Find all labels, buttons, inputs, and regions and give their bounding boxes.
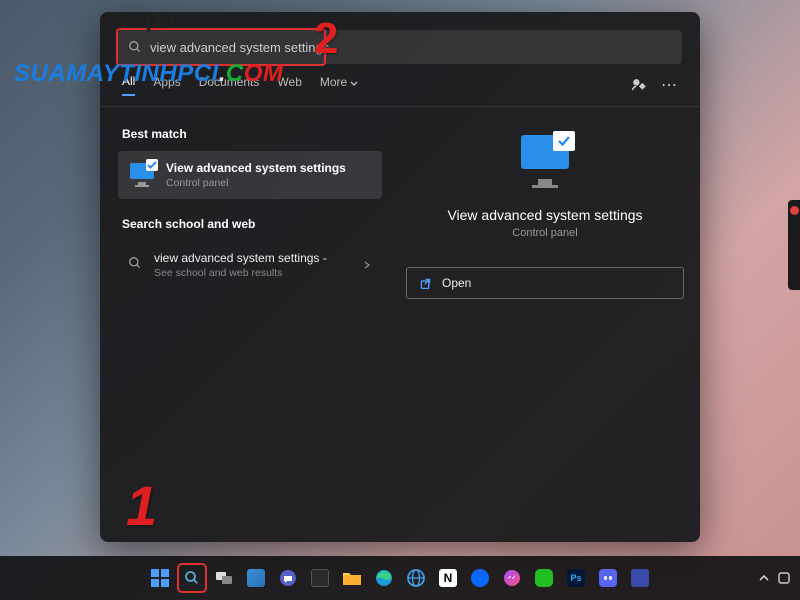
windows-search-flyout: All Apps Documents Web More ⋯ Best match… [100,12,700,542]
annotation-box-1 [177,563,207,593]
start-button[interactable] [147,565,173,591]
taskbar-system-tray[interactable] [758,572,790,584]
web-result-title: view advanced system settings - [154,251,327,265]
more-options-button[interactable]: ⋯ [661,75,678,95]
chevron-right-icon [362,260,372,270]
tray-icon[interactable] [778,572,790,584]
taskbar-app-chat[interactable] [275,565,301,591]
folder-icon [342,569,362,587]
taskbar-app-photoshop[interactable]: Ps [563,565,589,591]
result-preview-pane: View advanced system settings Control pa… [390,107,700,542]
taskbar[interactable]: N Ps [0,556,800,600]
taskbar-app-explorer[interactable] [339,565,365,591]
best-match-result[interactable]: View advanced system settings Control pa… [118,151,382,199]
system-settings-icon-large [517,135,573,191]
edge-icon [375,569,393,587]
best-match-title: View advanced system settings [166,161,346,175]
annotation-number-1: 1 [126,473,157,538]
watermark-text: SUAMAYTINHPCI.COM [14,60,283,88]
system-settings-icon [128,161,156,189]
web-result-subtitle: See school and web results [154,267,327,279]
taskbar-search-button[interactable] [179,565,205,591]
best-match-subtitle: Control panel [166,177,346,189]
widgets-icon [247,569,265,587]
account-icon[interactable] [631,77,647,93]
preview-title: View advanced system settings [447,207,642,223]
chevron-up-icon[interactable] [758,572,770,584]
open-external-icon [419,277,432,290]
terminal-icon [311,569,329,587]
search-icon [128,40,142,54]
annotation-number-2: 2 [314,14,338,64]
chevron-down-icon [349,78,359,88]
photoshop-icon: Ps [567,569,585,587]
discord-icon [599,569,617,587]
search-input[interactable] [150,40,672,55]
widgets-button[interactable] [243,565,269,591]
taskbar-app-discord[interactable] [595,565,621,591]
messenger-icon [503,569,521,587]
taskbar-app-edge[interactable] [371,565,397,591]
taskbar-app-line[interactable] [531,565,557,591]
taskbar-app-terminal[interactable] [307,565,333,591]
line-icon [535,569,553,587]
web-section-header: Search school and web [122,217,382,231]
globe-icon [407,569,425,587]
best-match-header: Best match [122,127,382,141]
preview-subtitle: Control panel [512,227,577,239]
discord-sidebar-edge [788,200,800,290]
taskbar-app-notion[interactable]: N [435,565,461,591]
taskbar-app-browser[interactable] [403,565,429,591]
tab-more[interactable]: More [320,75,359,95]
pci-logo-overlay: ppcici [145,2,205,38]
taskbar-center: N Ps [147,565,653,591]
open-button-label: Open [442,276,471,290]
zalo-icon [471,569,489,587]
search-icon [128,256,142,275]
notion-icon: N [439,569,457,587]
task-view-icon [215,569,233,587]
app-icon [631,569,649,587]
chat-icon [279,569,297,587]
taskbar-app-zalo[interactable] [467,565,493,591]
open-button[interactable]: Open [406,267,684,299]
task-view-button[interactable] [211,565,237,591]
web-search-result[interactable]: view advanced system settings - See scho… [118,241,382,289]
taskbar-app-messenger[interactable] [499,565,525,591]
taskbar-app-generic[interactable] [627,565,653,591]
